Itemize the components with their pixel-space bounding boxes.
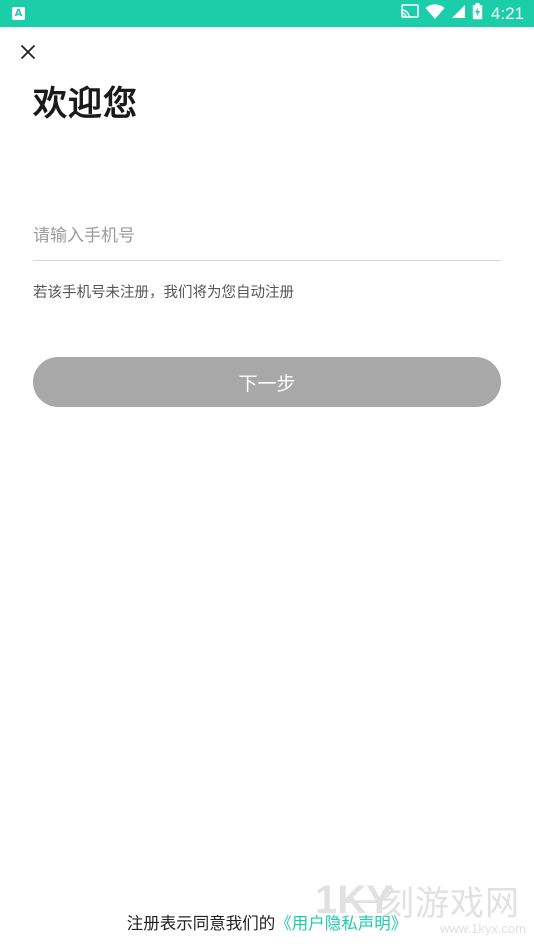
close-icon xyxy=(20,44,36,64)
battery-icon xyxy=(472,3,483,24)
login-screen: A 4:21 欢迎您 请输入手机号 若该手机号未注册，我们将为您自动注册 下一步… xyxy=(0,0,534,950)
status-bar: A 4:21 xyxy=(0,0,534,27)
watermark-text: 一刻游戏网 xyxy=(345,884,520,924)
watermark-url: www.1kyx.com xyxy=(440,921,526,936)
agreement-prefix: 注册表示同意我们的 xyxy=(126,914,276,933)
next-button[interactable]: 下一步 xyxy=(33,357,501,407)
site-watermark: 1KY 一刻游戏网 www.1kyx.com xyxy=(315,876,530,936)
auto-register-hint: 若该手机号未注册，我们将为您自动注册 xyxy=(33,285,294,301)
status-icons: 4:21 xyxy=(401,0,524,27)
cast-icon xyxy=(401,4,419,23)
phone-input[interactable] xyxy=(33,212,501,261)
status-time: 4:21 xyxy=(490,3,524,23)
wifi-icon xyxy=(425,3,445,24)
app-notification-icon: A xyxy=(12,7,25,20)
signal-icon xyxy=(451,4,466,23)
close-button[interactable] xyxy=(14,40,42,68)
page-title: 欢迎您 xyxy=(33,84,138,124)
